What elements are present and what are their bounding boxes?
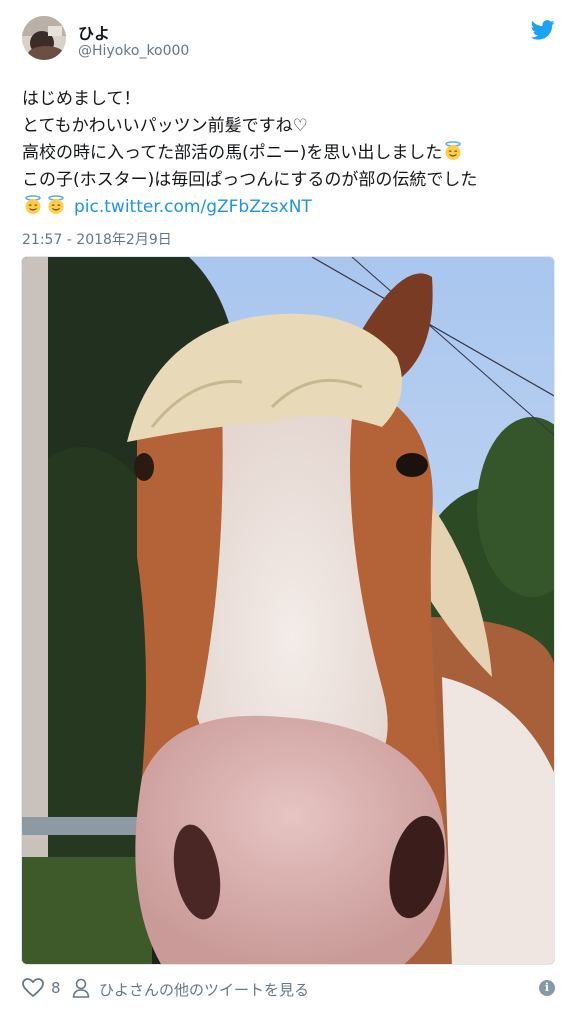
smiling-face-with-halo-emoji <box>48 195 64 214</box>
tweet-footer: 8 ひよさんの他のツイートを見る i <box>22 976 557 1002</box>
pony-photo-illustration <box>22 257 554 964</box>
tweet-line-5: pic.twitter.com/gZFbZzsxNT <box>22 194 562 221</box>
tweet-line-3: 高校の時に入ってた部活の馬(ポニー)を思い出しました <box>22 140 562 167</box>
user-handle[interactable]: @Hiyoko_ko000 <box>78 43 189 59</box>
person-icon <box>72 978 90 998</box>
display-name[interactable]: ひよ <box>78 20 110 44</box>
tweet-timestamp[interactable]: 21:57 - 2018年2月9日 <box>22 229 172 249</box>
heart-icon[interactable] <box>22 978 44 998</box>
like-count[interactable]: 8 <box>51 979 61 997</box>
tweet-text: はじめまして！ とてもかわいいパッツン前髪ですね♡ 高校の時に入ってた部活の馬(… <box>22 86 562 221</box>
tweet-line-1: はじめまして！ <box>22 89 141 109</box>
tweet-line-3-text: 高校の時に入ってた部活の馬(ポニー)を思い出しました <box>22 143 443 163</box>
media-link[interactable]: pic.twitter.com/gZFbZzsxNT <box>74 197 312 217</box>
embedded-tweet: ひよ @Hiyoko_ko000 はじめまして！ とてもかわいいパッツン前髪です… <box>0 0 577 1012</box>
smiling-face-with-halo-emoji <box>25 195 41 214</box>
tweet-line-2: とてもかわいいパッツン前髪ですね♡ <box>22 116 308 136</box>
tweet-photo[interactable] <box>21 256 555 965</box>
tweet-line-4: この子(ホスター)は毎回ぱっつんにするのが部の伝統でした <box>22 170 478 190</box>
smiling-face-with-halo-emoji <box>445 141 462 160</box>
info-icon[interactable]: i <box>539 980 555 996</box>
avatar[interactable] <box>22 16 66 60</box>
twitter-bird-icon[interactable] <box>531 20 555 40</box>
more-tweets-link[interactable]: ひよさんの他のツイートを見る <box>99 979 309 1000</box>
